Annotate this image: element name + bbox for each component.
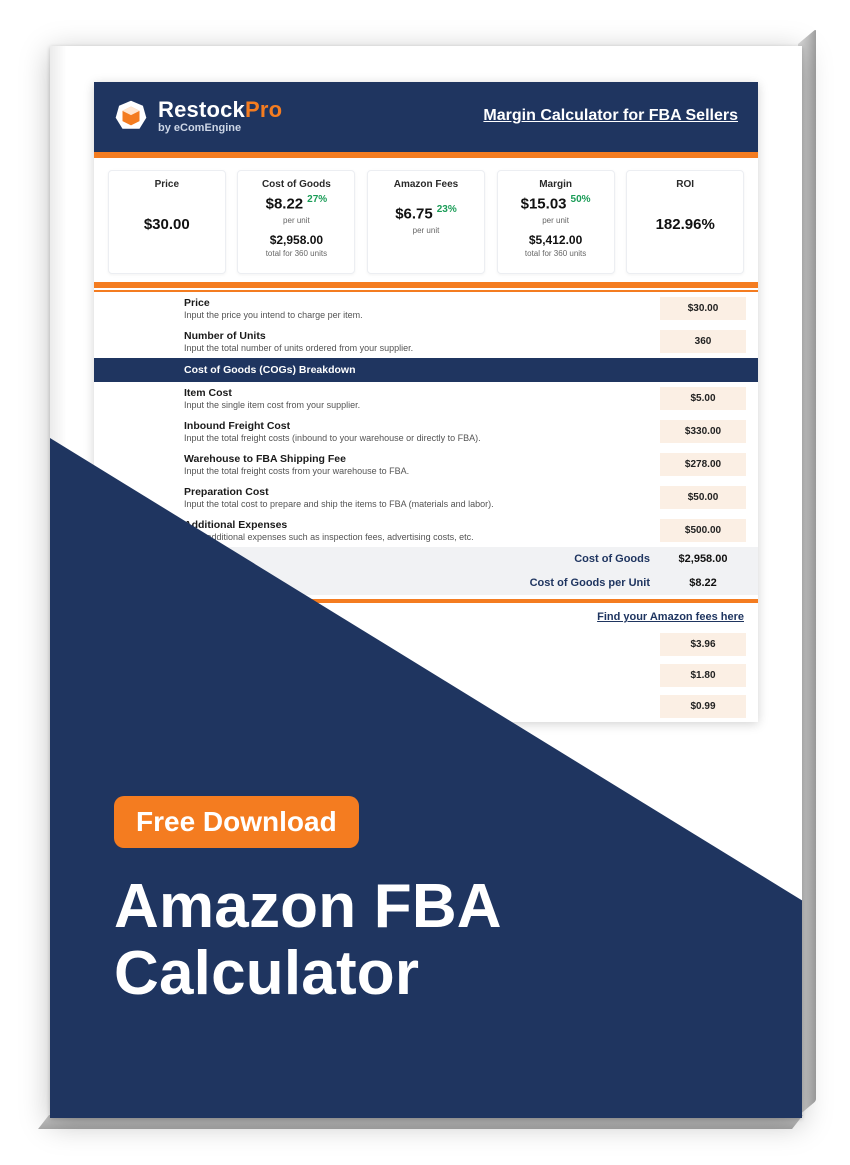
input-row-units: Number of Units Input the total number o…	[94, 325, 758, 358]
cover-title-line1: Amazon FBA	[114, 872, 502, 941]
total-label: Cost of Goods	[574, 553, 650, 565]
section-header-cogs: Cost of Goods (COGs) Breakdown	[94, 358, 758, 382]
row-title: Preparation Cost	[184, 486, 652, 498]
metric-label: Cost of Goods	[246, 179, 346, 190]
total-value: $2,958.00	[660, 553, 746, 565]
metric-subtext: total for 360 units	[506, 249, 606, 258]
row-desc: Input additional expenses such as inspec…	[184, 532, 652, 542]
metric-card-roi: ROI 182.96%	[626, 170, 744, 274]
row-desc: Input the total cost to prepare and ship…	[184, 499, 652, 509]
row-value[interactable]: 360	[660, 330, 746, 353]
metric-label: Margin	[506, 179, 606, 190]
metric-label: Price	[117, 179, 217, 190]
row-value[interactable]: $5.00	[660, 387, 746, 410]
row-value[interactable]: $50.00	[660, 486, 746, 509]
brand-name-part1: Restock	[158, 97, 245, 122]
row-value[interactable]: $30.00	[660, 297, 746, 320]
promo-block: Free Download Amazon FBA Calculator	[114, 796, 502, 1008]
row-value[interactable]: $1.80	[660, 664, 746, 687]
free-download-badge[interactable]: Free Download	[114, 796, 359, 848]
metric-card-fees: Amazon Fees $6.75 23% per unit	[367, 170, 485, 274]
metric-total: $2,958.00	[246, 233, 346, 247]
row-desc: Input the single item cost from your sup…	[184, 400, 652, 410]
metric-value: $15.03	[521, 196, 567, 213]
metric-subtext: total for 360 units	[246, 249, 346, 258]
cover-title: Amazon FBA Calculator	[114, 874, 502, 1008]
metric-card-price: Price $30.00	[108, 170, 226, 274]
row-value[interactable]: $500.00	[660, 519, 746, 542]
row-desc: Input the price you intend to charge per…	[184, 310, 652, 320]
cover-title-line2: Calculator	[114, 939, 419, 1008]
row-value[interactable]: $0.99	[660, 695, 746, 718]
row-title: Warehouse to FBA Shipping Fee	[184, 453, 652, 465]
row-title: Number of Units	[184, 330, 652, 342]
metric-total: $5,412.00	[506, 233, 606, 247]
metric-value: $30.00	[117, 216, 217, 233]
metric-percent: 27%	[307, 194, 327, 205]
metric-label: Amazon Fees	[376, 179, 476, 190]
metrics-row: Price $30.00 Cost of Goods $8.2227% per …	[94, 158, 758, 288]
cogs-row: Item CostInput the single item cost from…	[94, 382, 758, 415]
metric-value: $8.22	[266, 196, 304, 213]
metric-subtext: per unit	[506, 216, 606, 225]
brand: RestockPro by eComEngine	[114, 98, 282, 134]
cogs-row: Preparation CostInput the total cost to …	[94, 481, 758, 514]
metric-card-margin: Margin $15.03 50% per unit $5,412.00 tota…	[497, 170, 615, 274]
cogs-row: Inbound Freight CostInput the total frei…	[94, 415, 758, 448]
row-desc: Input the total number of units ordered …	[184, 343, 652, 353]
row-title: Item Cost	[184, 387, 652, 399]
row-desc: Input the total freight costs from your …	[184, 466, 652, 476]
row-value[interactable]: $278.00	[660, 453, 746, 476]
screenshot-title: Margin Calculator for FBA Sellers	[483, 107, 738, 125]
row-title: Inbound Freight Cost	[184, 420, 652, 432]
metric-percent: 50%	[571, 194, 591, 205]
row-title: Price	[184, 297, 652, 309]
row-value[interactable]: $3.96	[660, 633, 746, 656]
metric-subtext: per unit	[246, 216, 346, 225]
brand-name-part2: Pro	[245, 97, 282, 122]
brand-subtitle: by eComEngine	[158, 122, 282, 134]
total-value: $8.22	[660, 577, 746, 589]
metric-value: $6.75	[395, 206, 433, 223]
screenshot-header: RestockPro by eComEngine Margin Calculat…	[94, 82, 758, 158]
total-label: Cost of Goods per Unit	[530, 577, 650, 589]
cogs-row: Warehouse to FBA Shipping FeeInput the t…	[94, 448, 758, 481]
brand-name: RestockPro	[158, 98, 282, 122]
input-row-price: Price Input the price you intend to char…	[94, 292, 758, 325]
ebook-cover: RestockPro by eComEngine Margin Calculat…	[50, 46, 802, 1118]
metric-value: 182.96%	[635, 216, 735, 233]
restockpro-logo-icon	[114, 99, 148, 133]
amazon-fees-link[interactable]: Find your Amazon fees here	[597, 611, 744, 623]
row-title: Additional Expenses	[184, 519, 652, 531]
metric-percent: 23%	[437, 204, 457, 215]
metric-card-cogs: Cost of Goods $8.2227% per unit $2,958.0…	[237, 170, 355, 274]
row-desc: Input the total freight costs (inbound t…	[184, 433, 652, 443]
metric-subtext: per unit	[376, 226, 476, 235]
row-value[interactable]: $330.00	[660, 420, 746, 443]
metric-label: ROI	[635, 179, 735, 190]
